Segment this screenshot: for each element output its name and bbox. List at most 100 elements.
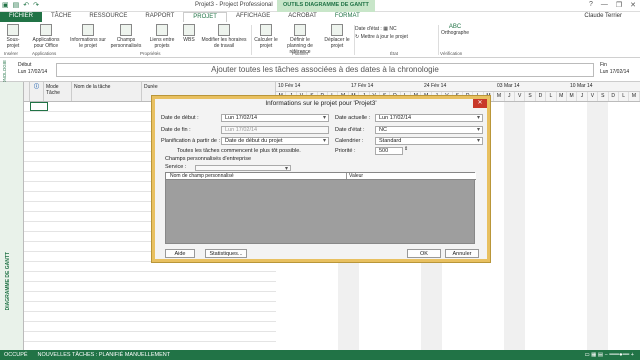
group-status: État bbox=[390, 51, 399, 56]
links-icon bbox=[156, 24, 168, 36]
calendar-icon bbox=[218, 24, 230, 36]
column-task-name[interactable]: Nom de la tâche bbox=[72, 82, 142, 101]
status-date-value: NC bbox=[389, 26, 397, 32]
end-date-field: Lun 17/02/14 bbox=[221, 126, 329, 134]
status-date-field[interactable]: NC bbox=[375, 126, 483, 134]
links-button[interactable]: Liens entre projets bbox=[146, 24, 178, 49]
status-group: Date d'état : ▦ NC ↻ Mettre à jour le pr… bbox=[355, 25, 408, 41]
tab-rapport[interactable]: RAPPORT bbox=[136, 12, 183, 22]
calendar-label: Calendrier : bbox=[335, 138, 364, 144]
ribbon-tabs: FICHIER TÂCHE RESSOURCE RAPPORT PROJET A… bbox=[0, 12, 640, 22]
tab-tache[interactable]: TÂCHE bbox=[42, 12, 80, 22]
group-proofing: Vérification bbox=[440, 51, 463, 56]
move-icon bbox=[331, 24, 343, 36]
status-date-label-dlg: Date d'état : bbox=[335, 127, 365, 133]
working-time-button[interactable]: Modifier les horaires de travail bbox=[200, 24, 248, 49]
day-label: M bbox=[557, 92, 567, 101]
week-label: 03 Mar 14 bbox=[497, 83, 520, 89]
day-label: J bbox=[505, 92, 515, 101]
help-icon[interactable]: ? bbox=[589, 1, 593, 9]
update-project-label: Mettre à jour le projet bbox=[360, 34, 408, 40]
calendar-select[interactable]: Standard bbox=[375, 137, 483, 145]
current-date-label: Date actuelle : bbox=[335, 115, 371, 121]
project-info-dialog: Informations sur le projet pour 'Projet3… bbox=[152, 96, 490, 262]
redo-icon[interactable]: ↷ bbox=[33, 1, 39, 9]
info-column-icon[interactable]: ⓘ bbox=[30, 82, 44, 101]
ribbon: Sous-projet Applications pour Office Inf… bbox=[0, 22, 640, 58]
column-task-mode[interactable]: Mode Tâche bbox=[44, 82, 72, 101]
custom-fields-table-header: Nom de champ personnalisé Valeur bbox=[166, 173, 476, 180]
close-button[interactable]: ✕ bbox=[630, 1, 636, 9]
user-name[interactable]: Claude Terrier bbox=[584, 13, 622, 19]
project-icon: ▣ bbox=[2, 2, 9, 9]
dialog-title-bar[interactable]: Informations sur le projet pour 'Projet3… bbox=[155, 99, 487, 109]
help-button[interactable]: Aide bbox=[165, 249, 195, 258]
schedule-from-select[interactable]: Date de début du projet bbox=[221, 137, 329, 145]
selected-cell[interactable] bbox=[30, 102, 48, 111]
tab-projet[interactable]: PROJET bbox=[183, 12, 227, 22]
zoom-slider[interactable]: ▭ ▦ ▤ − ━━━●━━ + bbox=[584, 350, 634, 360]
timeline[interactable]: CHRONOLOGIE Début Lun 17/02/14 Ajouter to… bbox=[0, 58, 640, 94]
group-schedule: Planifier bbox=[292, 51, 309, 56]
priority-stepper[interactable]: 500 bbox=[375, 147, 403, 155]
ready-status: OCCUPÉ bbox=[4, 352, 28, 358]
dialog-title: Informations sur le projet pour 'Projet3… bbox=[265, 100, 377, 107]
timeline-bar[interactable]: Ajouter toutes les tâches associées à de… bbox=[56, 63, 594, 77]
wbs-button[interactable]: WBS bbox=[180, 24, 198, 43]
day-label: J bbox=[577, 92, 588, 101]
new-tasks-mode[interactable]: NOUVELLES TÂCHES : PLANIFIÉ MANUELLEMENT bbox=[38, 350, 171, 360]
gantt-view-label: DIAGRAMME DE GANTT bbox=[5, 252, 11, 311]
spelling-label: Orthographe bbox=[440, 30, 470, 36]
tab-fichier[interactable]: FICHIER bbox=[0, 12, 42, 22]
timeline-end-label: Fin bbox=[600, 62, 607, 68]
schedule-note: Toutes les tâches commencent le plus tôt… bbox=[177, 148, 301, 154]
tab-format[interactable]: FORMAT bbox=[326, 12, 369, 22]
week-label: 24 Fév 14 bbox=[424, 83, 447, 89]
start-date-field[interactable]: Lun 17/02/14 bbox=[221, 114, 329, 122]
week-label: 10 Fév 14 bbox=[278, 83, 301, 89]
ok-button[interactable]: OK bbox=[407, 249, 441, 258]
move-project-label: Déplacer le projet bbox=[324, 37, 350, 49]
custom-fields-table[interactable]: Nom de champ personnalisé Valeur bbox=[165, 172, 476, 244]
tab-acrobat[interactable]: ACROBAT bbox=[279, 12, 326, 22]
calculate-label: Calculer le projet bbox=[254, 37, 278, 49]
fields-icon bbox=[120, 24, 132, 36]
statistics-button[interactable]: Statistiques... bbox=[205, 249, 247, 258]
calculator-icon bbox=[260, 24, 272, 36]
office-apps-label: Applications pour Office bbox=[32, 37, 60, 49]
spelling-button[interactable]: ABC Orthographe bbox=[440, 24, 470, 36]
restore-button[interactable]: ❐ bbox=[616, 1, 622, 9]
project-info-label: Informations sur le projet bbox=[70, 37, 106, 49]
tab-affichage[interactable]: AFFICHAGE bbox=[227, 12, 279, 22]
move-project-button[interactable]: Déplacer le projet bbox=[322, 24, 352, 49]
custom-fields-button[interactable]: Champs personnalisés bbox=[108, 24, 144, 49]
current-date-field[interactable]: Lun 17/02/14 bbox=[375, 114, 483, 122]
custom-field-name-header: Nom de champ personnalisé bbox=[170, 173, 234, 179]
context-tab-group: OUTILS DIAGRAMME DE GANTT bbox=[277, 0, 375, 12]
office-apps-button[interactable]: Applications pour Office bbox=[28, 24, 64, 49]
minimize-button[interactable]: — bbox=[601, 1, 608, 9]
calculate-project-button[interactable]: Calculer le projet bbox=[254, 24, 278, 49]
save-icon[interactable]: ▤ bbox=[13, 1, 20, 9]
wbs-label: WBS bbox=[183, 37, 195, 43]
subproject-icon bbox=[7, 24, 19, 36]
timescale-top: 10 Fév 14 17 Fév 14 24 Fév 14 03 Mar 14 … bbox=[276, 82, 640, 92]
department-label: Service : bbox=[165, 164, 187, 170]
status-date-row[interactable]: Date d'état : ▦ NC bbox=[355, 25, 408, 33]
dialog-close-icon[interactable]: ✕ bbox=[473, 99, 487, 108]
update-icon: ↻ bbox=[355, 34, 360, 40]
store-icon bbox=[40, 24, 52, 36]
spinner-arrows-icon[interactable]: ⇕ bbox=[404, 146, 408, 152]
tab-ressource[interactable]: RESSOURCE bbox=[80, 12, 136, 22]
timeline-start-date: Lun 17/02/14 bbox=[18, 69, 48, 75]
cancel-button[interactable]: Annuler bbox=[445, 249, 479, 258]
custom-field-value-header: Valeur bbox=[346, 173, 363, 179]
undo-icon[interactable]: ↶ bbox=[23, 1, 29, 9]
update-project-row[interactable]: ↻ Mettre à jour le projet bbox=[355, 33, 408, 41]
status-date-label: Date d'état : bbox=[355, 26, 382, 32]
day-label: V bbox=[588, 92, 599, 101]
custom-fields-header: Champs personnalisés d'entreprise bbox=[165, 156, 252, 162]
subproject-button[interactable]: Sous-projet bbox=[3, 24, 23, 49]
subproject-label: Sous-projet bbox=[6, 37, 20, 49]
project-info-button[interactable]: Informations sur le projet bbox=[70, 24, 106, 49]
